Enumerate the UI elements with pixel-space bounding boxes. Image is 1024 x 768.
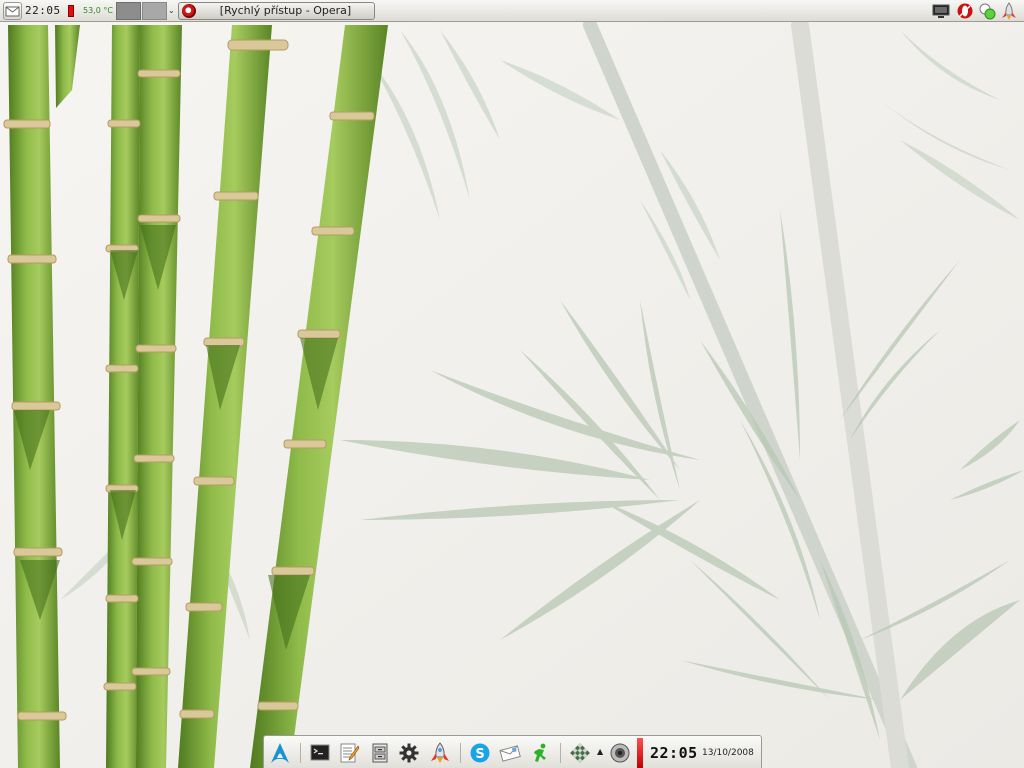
taskbar-window-title: [Rychlý přístup - Opera] xyxy=(219,4,352,17)
settings-gear-icon[interactable] xyxy=(398,742,420,764)
desktop-pager-1[interactable] xyxy=(116,2,141,20)
dock-separator xyxy=(300,743,301,763)
top-panel: 22:05 53,0 °C ⌄ [Rychlý přístup - Opera] xyxy=(0,0,1024,22)
chessboard-icon[interactable] xyxy=(569,742,591,764)
dock-separator xyxy=(460,743,461,763)
running-man-icon[interactable] xyxy=(529,742,551,764)
temperature-bar xyxy=(68,5,74,17)
dock-separator xyxy=(560,743,561,763)
bottom-dock: S ▲ 22:05 13/10/2008 xyxy=(263,735,762,768)
desktop-wallpaper xyxy=(0,0,1024,768)
panel-clock[interactable]: 22:05 xyxy=(25,3,61,19)
volume-icon[interactable] xyxy=(609,742,631,764)
desktop-pager-2[interactable] xyxy=(142,2,167,20)
svg-text:S: S xyxy=(475,747,484,762)
dock-clock[interactable]: 22:05 xyxy=(650,743,698,763)
dock-date[interactable]: 13/10/2008 xyxy=(702,746,754,760)
file-cabinet-icon[interactable] xyxy=(369,742,391,764)
network-icon[interactable] xyxy=(978,2,996,20)
rocket-icon[interactable] xyxy=(429,742,451,764)
terminal-icon[interactable] xyxy=(309,742,331,764)
tray-expand-arrow-icon[interactable]: ▲ xyxy=(597,747,605,757)
activity-indicator-bar xyxy=(637,738,643,768)
rocket-icon[interactable] xyxy=(1000,2,1018,20)
opera-icon[interactable] xyxy=(956,2,974,20)
skype-icon[interactable]: S xyxy=(469,742,491,764)
mail-icon[interactable] xyxy=(499,742,521,764)
opera-icon xyxy=(182,4,196,18)
text-editor-icon[interactable] xyxy=(338,742,360,764)
chevron-down-icon[interactable]: ⌄ xyxy=(168,3,176,19)
taskbar-window-button[interactable]: [Rychlý přístup - Opera] xyxy=(178,2,375,20)
arch-logo-icon[interactable] xyxy=(269,742,291,764)
monitor-icon[interactable] xyxy=(932,2,950,20)
menu-button[interactable] xyxy=(3,2,22,20)
temperature-reading: 53,0 °C xyxy=(83,6,113,15)
mail-icon xyxy=(5,6,20,17)
